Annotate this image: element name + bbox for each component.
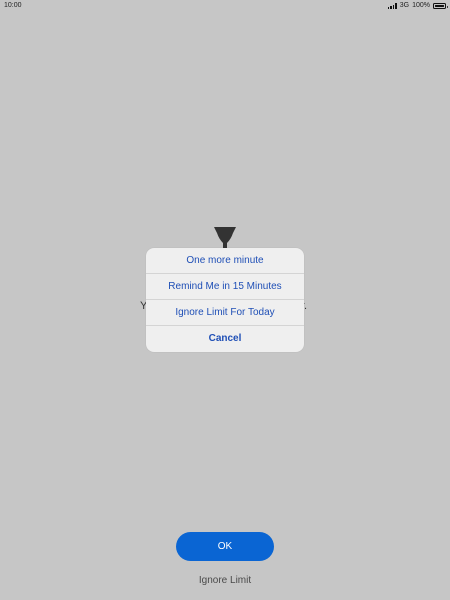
ok-button[interactable]: OK — [176, 532, 274, 561]
battery-fill — [435, 5, 444, 7]
status-time: 10:00 — [4, 2, 22, 9]
one-more-minute-option[interactable]: One more minute — [146, 248, 304, 274]
signal-strength-icon — [387, 3, 397, 9]
network-type: 3G — [399, 2, 410, 9]
status-bar: 10:00 3G 100% — [0, 0, 450, 12]
ignore-limit-today-option[interactable]: Ignore Limit For Today — [146, 300, 304, 326]
status-indicators: 3G 100% — [387, 0, 448, 12]
remind-15-minutes-option[interactable]: Remind Me in 15 Minutes — [146, 274, 304, 300]
cancel-option[interactable]: Cancel — [146, 326, 304, 352]
battery-percent: 100% — [412, 2, 430, 9]
ignore-limit-link[interactable]: Ignore Limit — [0, 575, 450, 586]
action-sheet: One more minute Remind Me in 15 Minutes … — [146, 248, 304, 352]
battery-icon — [433, 3, 448, 9]
